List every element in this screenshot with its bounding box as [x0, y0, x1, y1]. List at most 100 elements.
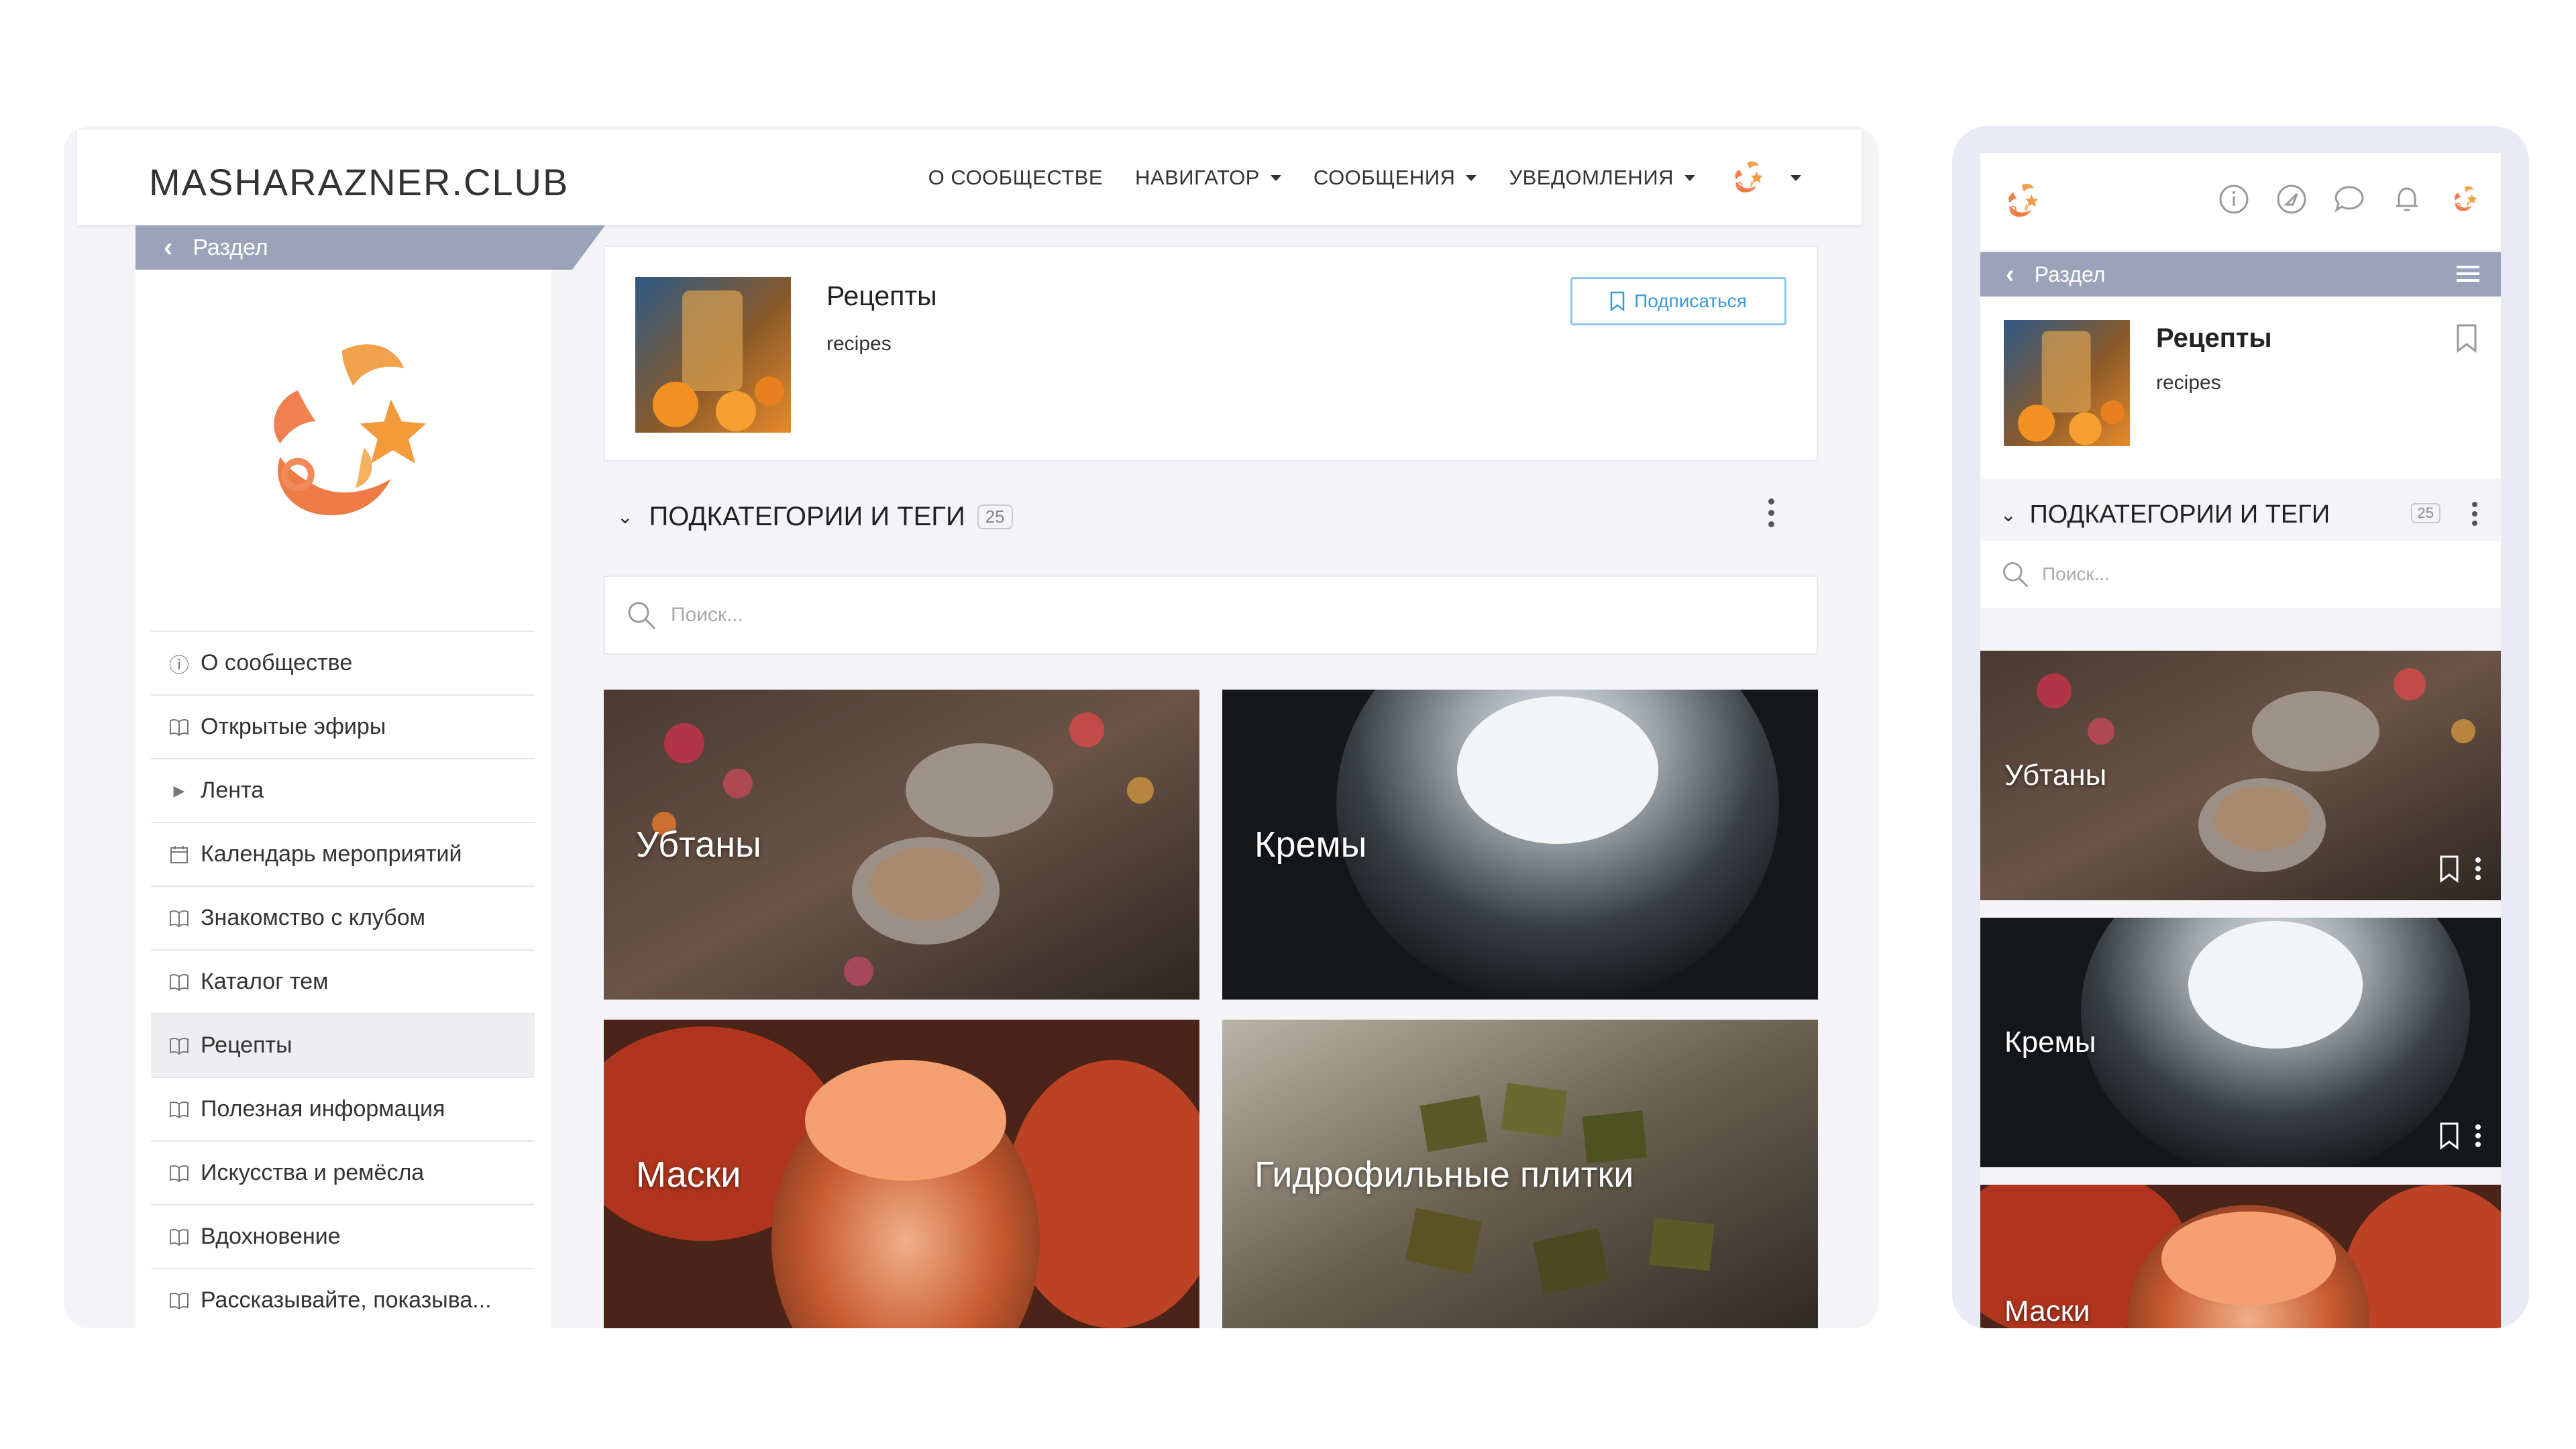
calendar-icon [166, 845, 193, 865]
navigator-icon[interactable] [2275, 183, 2308, 215]
sidebar-item-label: Лента [201, 777, 264, 803]
tile-label: Кремы [2004, 1026, 2096, 1059]
chevron-down-icon: ⌄ [617, 506, 633, 527]
book-icon [166, 718, 193, 737]
search-placeholder: Поиск... [671, 604, 744, 626]
sidebar-item-calendar[interactable]: Календарь мероприятий [151, 822, 535, 885]
subcategories-heading: ПОДКАТЕГОРИИ И ТЕГИ [649, 502, 965, 531]
nav-navigator[interactable]: НАВИГАТОР [1135, 166, 1281, 190]
subscribe-button[interactable]: Подписаться [1570, 277, 1786, 325]
sidebar-item-useful-info[interactable]: Полезная информация [151, 1077, 535, 1140]
sidebar-item-topics[interactable]: Каталог тем [151, 949, 535, 1013]
search-icon [2003, 562, 2029, 588]
section-label: Раздел [2034, 262, 2106, 286]
category-card: Рецепты recipes Подписаться [604, 246, 1818, 462]
mobile-topbar [1980, 153, 2501, 250]
subscribe-label: Подписаться [1634, 290, 1747, 311]
hamburger-menu-icon[interactable] [2457, 266, 2479, 286]
category-title: Рецепты [2156, 323, 2272, 353]
sidebar-item-club-intro[interactable]: Знакомство с клубом [151, 885, 535, 949]
sidebar-item-recipes[interactable]: Рецепты [151, 1013, 535, 1077]
search-input[interactable]: Поиск... [604, 576, 1818, 655]
nav-messages[interactable]: СООБЩЕНИЯ [1313, 166, 1477, 190]
sidebar-item-label: Рассказывайте, показыва... [201, 1287, 492, 1313]
tile-actions [2439, 1122, 2481, 1150]
avatar [1727, 158, 1768, 198]
section-back-bar[interactable]: ‹ Раздел [136, 225, 605, 270]
category-slug: recipes [2156, 372, 2221, 394]
nav-about[interactable]: О СООБЩЕСТВЕ [928, 166, 1103, 190]
sidebar-item-feed[interactable]: ▶ Лента [151, 758, 535, 822]
subcategory-tile-ubtany[interactable]: Убтаны [604, 690, 1199, 1000]
mobile-screen: ‹ Раздел Рецепты recipes ⌄ ПОДКАТЕГОРИИ … [1980, 153, 2501, 1328]
nav-notifications-label: УВЕДОМЛЕНИЯ [1509, 166, 1674, 189]
sidebar-item-inspiration[interactable]: Вдохновение [151, 1204, 535, 1268]
user-menu[interactable] [1727, 158, 1801, 198]
subcategory-tile-kremy[interactable]: Кремы [1222, 690, 1818, 1000]
subcategory-tile-maski[interactable]: Маски [604, 1020, 1199, 1328]
subcategories-toggle[interactable]: ⌄ ПОДКАТЕГОРИИ И ТЕГИ 25 [617, 502, 1013, 532]
nav-about-label: О СООБЩЕСТВЕ [928, 166, 1104, 189]
more-options-icon[interactable] [2475, 857, 2481, 880]
sidebar-item-open-streams[interactable]: Открытые эфиры [151, 694, 535, 758]
more-options-icon[interactable] [2475, 1124, 2481, 1147]
caret-down-icon [1466, 174, 1477, 181]
book-icon [166, 1100, 193, 1119]
tile-label: Кремы [1254, 824, 1367, 865]
book-icon [166, 973, 193, 991]
more-options-icon[interactable] [2472, 502, 2477, 526]
sidebar-item-label: Искусства и ремёсла [201, 1160, 425, 1185]
avatar[interactable] [2449, 183, 2481, 215]
mobile-tile-ubtany[interactable]: Убтаны [1980, 651, 2501, 900]
desktop-mockup: MASHARAZNER.CLUB О СООБЩЕСТВЕ НАВИГАТОР … [64, 126, 1878, 1328]
community-logo [231, 321, 453, 549]
subcategories-count-badge: 25 [977, 504, 1013, 529]
more-options-icon[interactable] [1768, 498, 1774, 527]
info-icon: ⓘ [169, 654, 189, 677]
sidebar-item-label: Рецепты [201, 1032, 292, 1058]
chat-icon[interactable] [2333, 183, 2365, 215]
bell-icon[interactable] [2391, 183, 2423, 215]
mobile-tile-maski[interactable]: Маски [1980, 1185, 2501, 1328]
section-label: Раздел [193, 234, 268, 260]
site-logo[interactable]: MASHARAZNER.CLUB [149, 160, 569, 204]
category-thumbnail [2004, 320, 2130, 446]
chevron-left-icon: ‹ [2006, 260, 2015, 288]
tile-label: Убтаны [2004, 759, 2107, 792]
sidebar-item-label: Открытые эфиры [201, 714, 386, 739]
mobile-tile-kremy[interactable]: Кремы [1980, 918, 2501, 1167]
info-icon[interactable] [2218, 183, 2250, 215]
mobile-section-bar[interactable]: ‹ Раздел [1980, 252, 2501, 297]
caret-down-icon [1684, 174, 1695, 181]
book-icon [166, 1036, 193, 1055]
mobile-icon-bar [2218, 183, 2481, 215]
sidebar-item-label: Вдохновение [201, 1224, 341, 1249]
bookmark-icon[interactable] [2439, 855, 2459, 883]
tile-label: Маски [636, 1155, 741, 1195]
nav-navigator-label: НАВИГАТОР [1135, 166, 1260, 189]
sidebar-item-tell-show[interactable]: Рассказывайте, показыва... [151, 1268, 535, 1328]
sidebar-item-label: Полезная информация [201, 1096, 445, 1122]
mobile-category-card: Рецепты recipes [1980, 297, 2501, 479]
search-icon [628, 602, 656, 630]
mobile-subcategories-toggle[interactable]: ⌄ ПОДКАТЕГОРИИ И ТЕГИ [2000, 500, 2330, 529]
logo-icon[interactable] [2000, 180, 2043, 223]
bookmark-icon [1610, 291, 1625, 311]
subcategories-heading: ПОДКАТЕГОРИИ И ТЕГИ [2029, 500, 2330, 529]
mobile-search-input[interactable]: Поиск... [1980, 541, 2501, 608]
sidebar-item-about[interactable]: ⓘ О сообществе [151, 631, 535, 694]
sidebar-item-label: Календарь мероприятий [201, 841, 462, 867]
bookmark-icon[interactable] [2439, 1122, 2459, 1150]
main-content: Рецепты recipes Подписаться ⌄ ПОДКАТЕГОР… [597, 240, 1825, 1328]
caret-down-icon [1270, 174, 1281, 181]
tile-actions [2439, 855, 2481, 883]
subcategory-tile-hydrophilic[interactable]: Гидрофильные плитки [1222, 1020, 1818, 1328]
book-icon [166, 1291, 193, 1310]
caret-right-icon: ▶ [173, 782, 185, 799]
sidebar-item-label: Каталог тем [201, 969, 329, 994]
sidebar-item-arts-crafts[interactable]: Искусства и ремёсла [151, 1140, 535, 1204]
category-thumbnail [635, 277, 791, 433]
tile-label: Убтаны [636, 824, 761, 865]
nav-notifications[interactable]: УВЕДОМЛЕНИЯ [1509, 166, 1695, 190]
bookmark-icon[interactable] [2456, 323, 2477, 353]
